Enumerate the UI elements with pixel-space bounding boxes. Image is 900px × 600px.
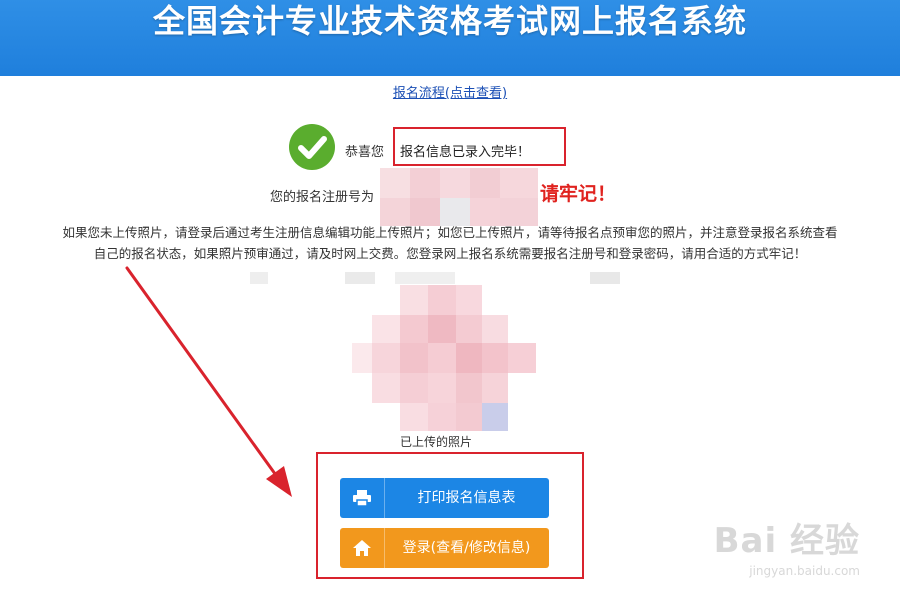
home-icon (340, 528, 385, 568)
watermark-logo: Bai 经验 (713, 521, 860, 561)
print-button-label: 打印报名信息表 (417, 490, 516, 506)
baidu-jingyan-watermark: Bai 经验 jingyan.baidu.com (714, 513, 860, 578)
login-button-label: 登录(查看/修改信息) (402, 540, 531, 556)
printer-icon (340, 478, 385, 518)
login-view-edit-button[interactable]: 登录(查看/修改信息) (340, 528, 549, 568)
print-registration-form-button[interactable]: 打印报名信息表 (340, 478, 549, 518)
watermark-url: jingyan.baidu.com (749, 564, 860, 578)
